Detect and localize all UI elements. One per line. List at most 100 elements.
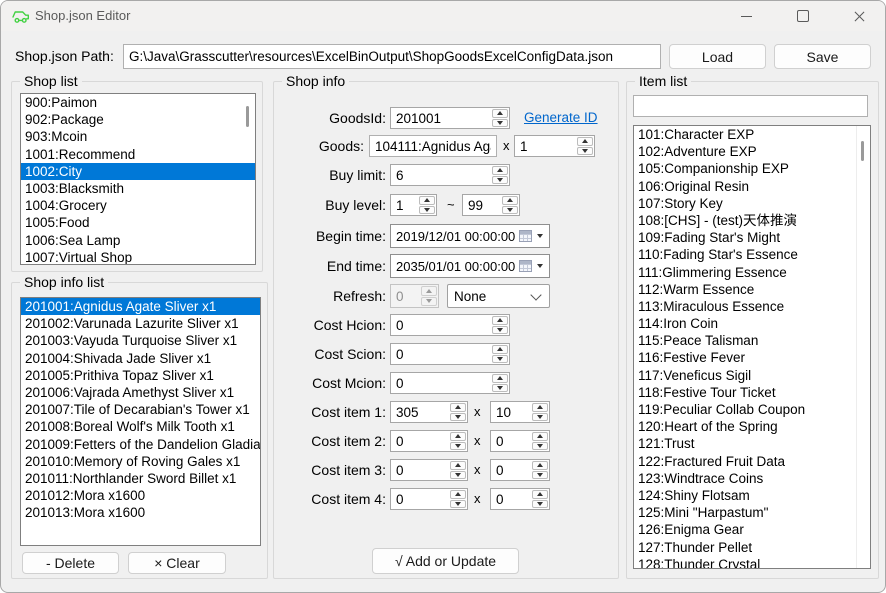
spin-up-icon[interactable] — [492, 374, 508, 383]
end-time-picker[interactable]: 2035/01/01 00:00:00 — [390, 254, 550, 278]
spin-down-icon[interactable] — [502, 206, 518, 215]
spin-down-icon[interactable] — [492, 119, 508, 128]
list-item[interactable]: 105:Companionship EXP — [634, 160, 870, 177]
spin-down-icon[interactable] — [450, 471, 466, 480]
shop-info-listbox[interactable]: 201001:Agnidus Agate Sliver x1201002:Var… — [20, 297, 261, 546]
buy-level-min-input[interactable] — [391, 195, 418, 215]
spin-up-icon[interactable] — [492, 316, 508, 325]
goods-id-spinner[interactable] — [390, 107, 510, 129]
spin-down-icon[interactable] — [492, 355, 508, 364]
buy-level-min-spinner[interactable] — [390, 194, 437, 216]
spin-down-icon[interactable] — [492, 326, 508, 335]
list-item[interactable]: 106:Original Resin — [634, 178, 870, 195]
cost-item-3-id-input[interactable] — [391, 460, 449, 480]
cost-item-1-id-input[interactable] — [391, 402, 449, 422]
buy-limit-spinner[interactable] — [390, 164, 510, 186]
list-item[interactable]: 109:Fading Star's Might — [634, 229, 870, 246]
list-item[interactable]: 902:Package — [21, 111, 255, 128]
list-item[interactable]: 1005:Food — [21, 214, 255, 231]
maximize-button[interactable] — [780, 2, 826, 30]
list-item[interactable]: 111:Glimmering Essence — [634, 264, 870, 281]
list-item[interactable]: 117:Veneficus Sigil — [634, 367, 870, 384]
list-item[interactable]: 108:[CHS] - (test)天体推演 — [634, 212, 870, 229]
cost-mcion-input[interactable] — [391, 373, 491, 393]
spin-up-icon[interactable] — [532, 490, 548, 499]
spin-up-icon[interactable] — [492, 345, 508, 354]
buy-level-max-spinner[interactable] — [462, 194, 520, 216]
spin-up-icon[interactable] — [419, 196, 435, 205]
list-item[interactable]: 116:Festive Fever — [634, 349, 870, 366]
list-item[interactable]: 107:Story Key — [634, 195, 870, 212]
spin-up-icon[interactable] — [532, 403, 548, 412]
cost-item-2-id-input[interactable] — [391, 431, 449, 451]
list-item[interactable]: 201008:Boreal Wolf's Milk Tooth x1 — [21, 418, 260, 435]
shop-list-scrollbar[interactable] — [246, 106, 249, 127]
list-item[interactable]: 124:Shiny Flotsam — [634, 487, 870, 504]
spin-up-icon[interactable] — [492, 109, 508, 118]
cost-item-4-id-input[interactable] — [391, 489, 449, 509]
list-item[interactable]: 201006:Vajrada Amethyst Sliver x1 — [21, 384, 260, 401]
list-item[interactable]: 128:Thunder Crystal — [634, 556, 870, 569]
spin-up-icon[interactable] — [532, 461, 548, 470]
spin-down-icon[interactable] — [419, 206, 435, 215]
list-item[interactable]: 201009:Fetters of the Dandelion Gladiato… — [21, 436, 260, 453]
minimize-button[interactable] — [723, 2, 769, 30]
spin-down-icon[interactable] — [577, 147, 593, 156]
spin-up-icon[interactable] — [492, 166, 508, 175]
spin-up-icon[interactable] — [450, 432, 466, 441]
list-item[interactable]: 113:Miraculous Essence — [634, 298, 870, 315]
cost-item-4-count-spinner[interactable] — [490, 488, 550, 510]
spin-up-icon[interactable] — [450, 490, 466, 499]
list-item[interactable]: 1002:City — [21, 163, 255, 180]
list-item[interactable]: 122:Fractured Fruit Data — [634, 453, 870, 470]
item-listbox[interactable]: 101:Character EXP102:Adventure EXP105:Co… — [633, 125, 871, 569]
clear-button[interactable]: × Clear — [128, 552, 226, 574]
cost-mcion-spinner[interactable] — [390, 372, 510, 394]
list-item[interactable]: 201003:Vayuda Turquoise Sliver x1 — [21, 332, 260, 349]
cost-item-3-count-spinner[interactable] — [490, 459, 550, 481]
spin-up-icon[interactable] — [502, 196, 518, 205]
list-item[interactable]: 201010:Memory of Roving Gales x1 — [21, 453, 260, 470]
spin-down-icon[interactable] — [532, 442, 548, 451]
buy-level-max-input[interactable] — [463, 195, 501, 215]
list-item[interactable]: 201012:Mora x1600 — [21, 487, 260, 504]
list-item[interactable]: 114:Iron Coin — [634, 315, 870, 332]
spin-down-icon[interactable] — [532, 500, 548, 509]
cost-item-1-id-spinner[interactable] — [390, 401, 468, 423]
cost-item-4-count-input[interactable] — [491, 489, 531, 509]
list-item[interactable]: 125:Mini "Harpastum" — [634, 504, 870, 521]
spin-down-icon[interactable] — [450, 500, 466, 509]
spin-down-icon[interactable] — [450, 413, 466, 422]
list-item[interactable]: 119:Peculiar Collab Coupon — [634, 401, 870, 418]
list-item[interactable]: 201005:Prithiva Topaz Sliver x1 — [21, 367, 260, 384]
list-item[interactable]: 201011:Northlander Sword Billet x1 — [21, 470, 260, 487]
list-item[interactable]: 1001:Recommend — [21, 146, 255, 163]
list-item[interactable]: 112:Warm Essence — [634, 281, 870, 298]
list-item[interactable]: 900:Paimon — [21, 94, 255, 111]
add-or-update-button[interactable]: √ Add or Update — [372, 548, 519, 574]
list-item[interactable]: 1003:Blacksmith — [21, 180, 255, 197]
cost-item-1-count-input[interactable] — [491, 402, 531, 422]
begin-time-picker[interactable]: 2019/12/01 00:00:00 — [390, 224, 550, 248]
dropdown-icon[interactable] — [537, 264, 543, 268]
goods-id-input[interactable] — [391, 108, 491, 128]
list-item[interactable]: 121:Trust — [634, 435, 870, 452]
shop-listbox[interactable]: 900:Paimon902:Package903:Mcoin1001:Recom… — [20, 93, 256, 265]
item-list-scrollbar[interactable] — [861, 141, 864, 161]
list-item[interactable]: 127:Thunder Pellet — [634, 539, 870, 556]
cost-item-2-count-input[interactable] — [491, 431, 531, 451]
list-item[interactable]: 201013:Mora x1600 — [21, 504, 260, 521]
list-item[interactable]: 115:Peace Talisman — [634, 332, 870, 349]
spin-up-icon[interactable] — [450, 461, 466, 470]
delete-button[interactable]: - Delete — [22, 552, 119, 574]
refresh-mode-combobox[interactable]: None — [447, 284, 550, 308]
list-item[interactable]: 903:Mcoin — [21, 128, 255, 145]
cost-item-3-count-input[interactable] — [491, 460, 531, 480]
cost-item-2-id-spinner[interactable] — [390, 430, 468, 452]
spin-down-icon[interactable] — [450, 442, 466, 451]
list-item[interactable]: 120:Heart of the Spring — [634, 418, 870, 435]
list-item[interactable]: 201001:Agnidus Agate Sliver x1 — [21, 298, 260, 315]
spin-up-icon[interactable] — [532, 432, 548, 441]
list-item[interactable]: 123:Windtrace Coins — [634, 470, 870, 487]
cost-item-4-id-spinner[interactable] — [390, 488, 468, 510]
